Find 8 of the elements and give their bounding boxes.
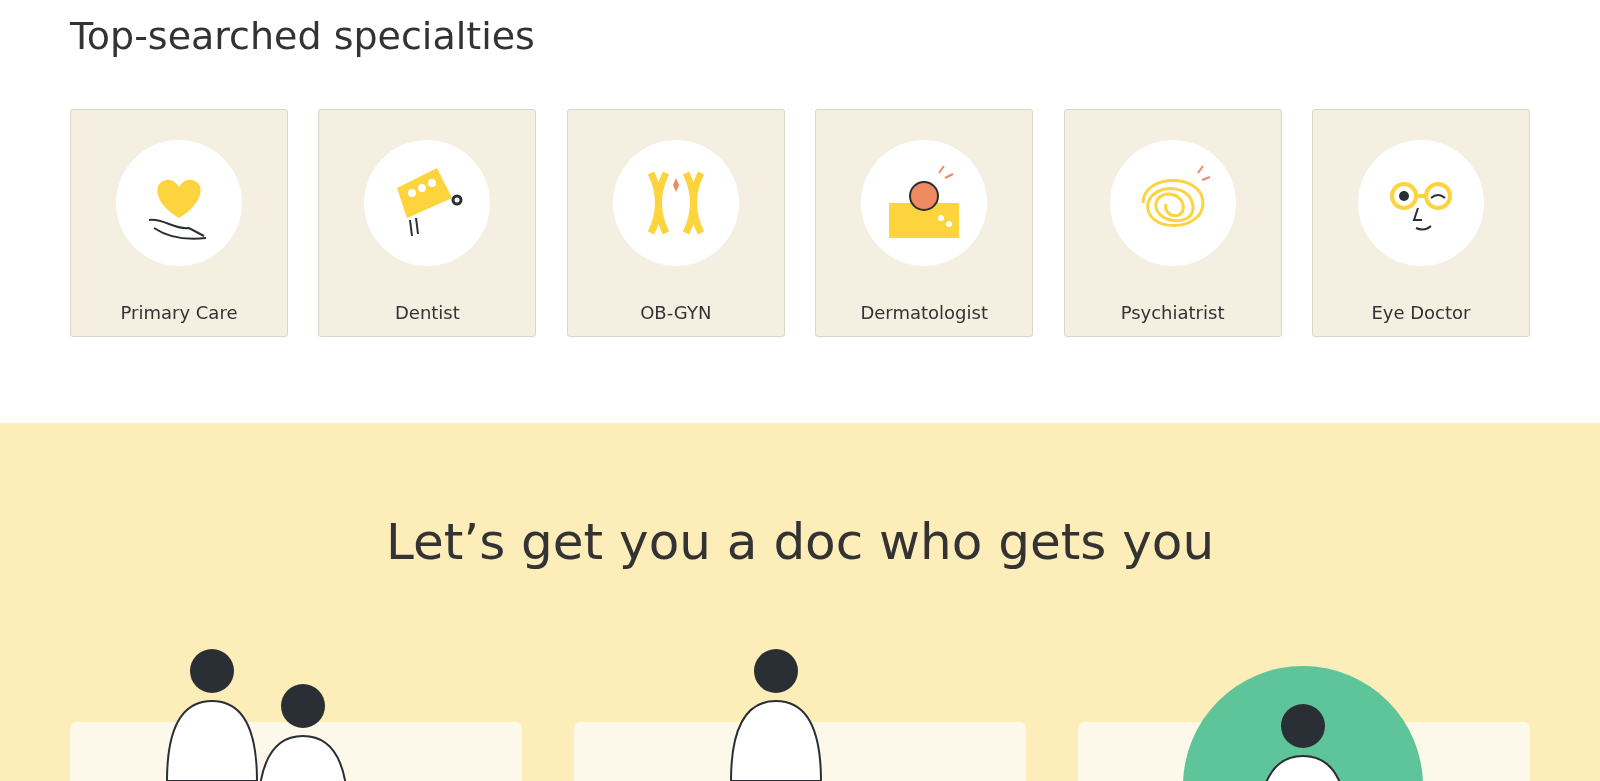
specialty-card[interactable]: Dentist	[318, 109, 537, 337]
promo-heading: Let’s get you a doc who gets you	[384, 512, 1216, 573]
specialty-card[interactable]: Psychiatrist	[1063, 109, 1282, 337]
specialty-card[interactable]: Dermatologist	[815, 109, 1034, 337]
specialty-card[interactable]: OB-GYN	[566, 109, 785, 337]
specialty-card[interactable]: Eye Doctor	[1311, 109, 1530, 337]
specialty-card[interactable]: Primary Care	[70, 109, 288, 337]
section-heading: Top-searched specialties	[70, 13, 536, 60]
